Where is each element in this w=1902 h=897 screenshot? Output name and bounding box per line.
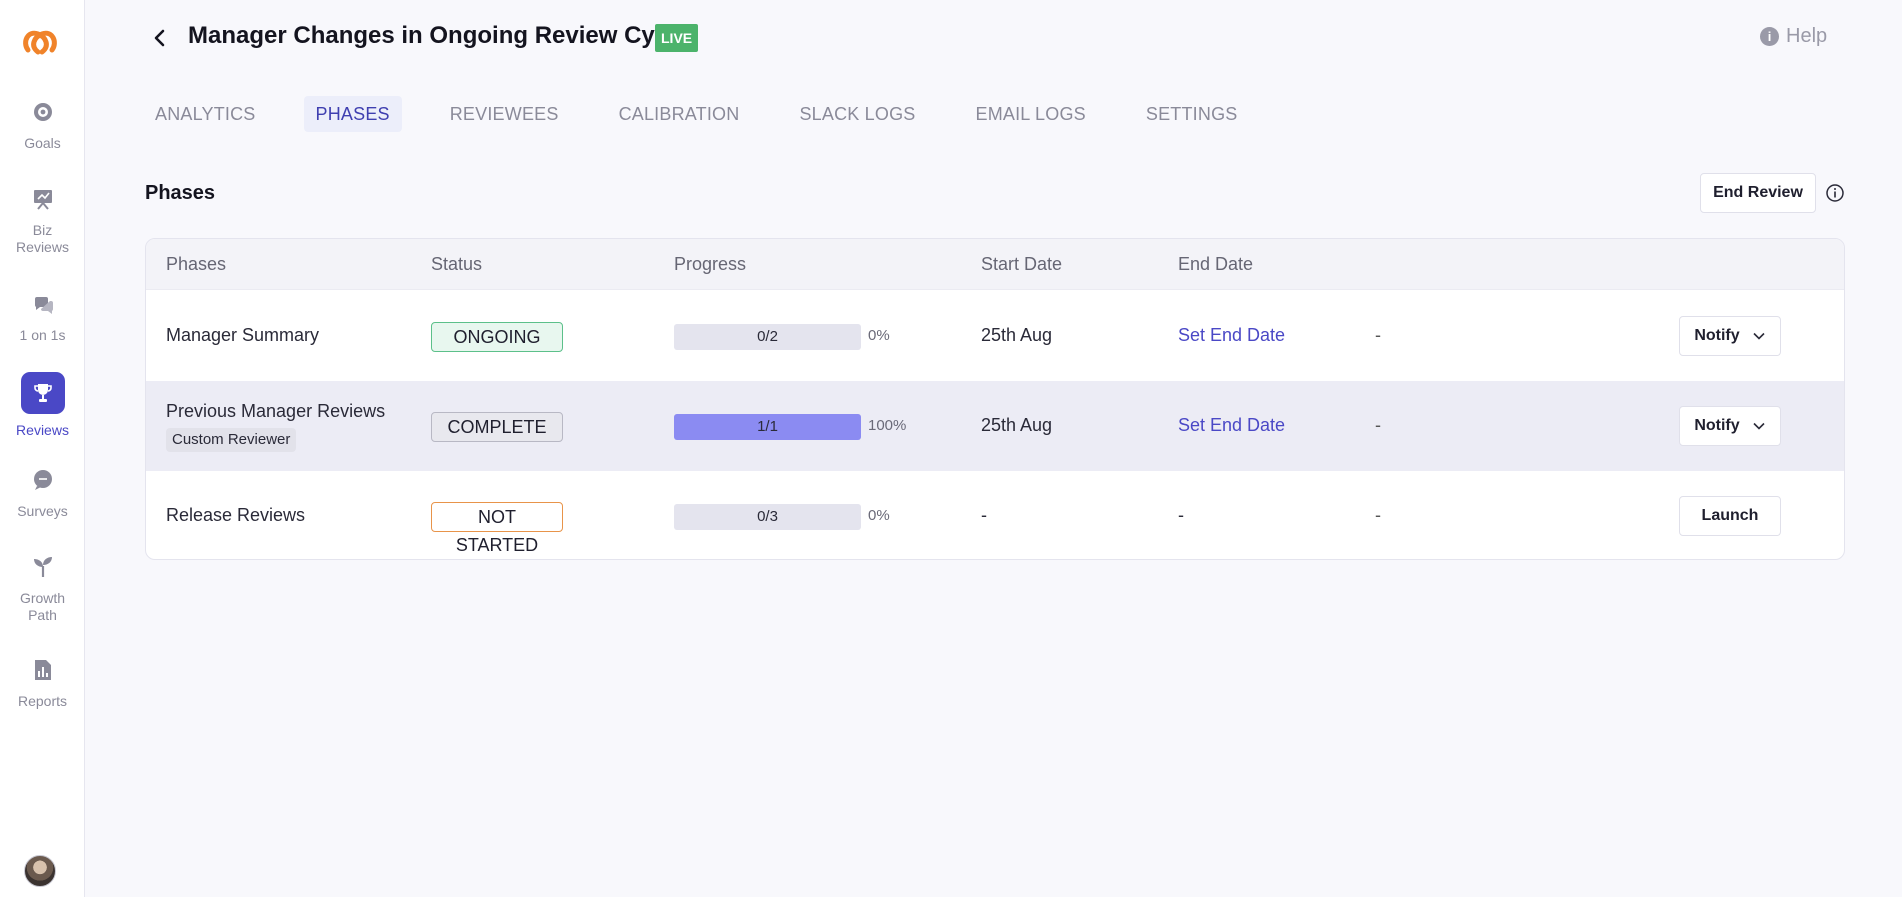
column-header-phases: Phases xyxy=(166,254,227,274)
progress-bar: 1/1 xyxy=(674,414,861,440)
tab-analytics[interactable]: ANALYTICS xyxy=(143,96,268,132)
back-button[interactable] xyxy=(148,26,172,50)
trophy-icon xyxy=(20,372,65,414)
sidebar-item-label: Reviews xyxy=(16,422,69,438)
tab-calibration[interactable]: CALIBRATION xyxy=(607,96,752,132)
phases-table: Phases Status Progress Start Date End Da… xyxy=(145,238,1845,560)
end-review-button[interactable]: End Review xyxy=(1700,173,1816,213)
tab-reviewees[interactable]: REVIEWEES xyxy=(438,96,571,132)
sidebar-item-reports[interactable]: Reports xyxy=(0,659,85,710)
sidebar-item-label: Growth Path xyxy=(19,590,66,623)
custom-reviewer-tag: Custom Reviewer xyxy=(166,428,297,452)
column-header-progress: Progress xyxy=(674,254,747,274)
launch-label: Launch xyxy=(1701,507,1759,524)
progress-percent: 100% xyxy=(868,417,907,434)
sidebar-item-1-on-1s[interactable]: 1 on 1s xyxy=(0,293,85,344)
phase-name: Manager Summary xyxy=(166,325,320,345)
user-avatar[interactable] xyxy=(24,855,56,887)
table-row: Manager Summary ONGOING 0/2 0% 25th Aug … xyxy=(146,291,1844,381)
phase-name: Release Reviews xyxy=(166,505,306,525)
tab-settings[interactable]: SETTINGS xyxy=(1134,96,1250,132)
survey-bubble-icon xyxy=(32,469,54,491)
help-label: Help xyxy=(1786,25,1828,47)
tab-email-logs[interactable]: EMAIL LOGS xyxy=(964,96,1098,132)
sidebar-item-reviews[interactable]: Reviews xyxy=(0,372,85,439)
page-title: Manager Changes in Ongoing Review Cycle xyxy=(188,22,689,49)
progress-bar: 0/3 xyxy=(674,504,861,530)
table-row: Release Reviews NOT STARTED 0/3 0% - - -… xyxy=(146,471,1844,559)
extra-value: - xyxy=(1375,415,1381,435)
notify-label: Notify xyxy=(1694,327,1740,344)
info-circle-icon: i xyxy=(1760,27,1779,46)
notify-label: Notify xyxy=(1694,417,1740,434)
extra-value: - xyxy=(1375,505,1381,525)
set-end-date-link[interactable]: Set End Date xyxy=(1178,325,1285,346)
chevron-down-icon xyxy=(1753,422,1765,430)
sidebar: Goals Biz Reviews 1 on 1s Reviews Survey… xyxy=(0,0,85,897)
tab-phases[interactable]: PHASES xyxy=(303,96,402,132)
notify-dropdown-button[interactable]: Notify xyxy=(1679,316,1781,356)
live-status-badge: LIVE xyxy=(655,24,699,52)
sidebar-item-label: Biz Reviews xyxy=(16,222,69,255)
set-end-date-link[interactable]: Set End Date xyxy=(1178,415,1285,436)
target-icon xyxy=(32,101,54,123)
start-date: 25th Aug xyxy=(981,325,1053,345)
sidebar-item-label: 1 on 1s xyxy=(19,327,66,343)
sidebar-item-label: Goals xyxy=(24,135,61,151)
tab-bar: ANALYTICS PHASES REVIEWEES CALIBRATION S… xyxy=(143,96,1285,132)
status-badge: COMPLETE xyxy=(431,412,563,442)
launch-button[interactable]: Launch xyxy=(1679,496,1781,536)
end-date: - xyxy=(1178,505,1184,525)
chat-bubbles-icon xyxy=(32,293,54,315)
progress-count: 0/2 xyxy=(757,328,778,345)
tab-slack-logs[interactable]: SLACK LOGS xyxy=(787,96,927,132)
progress-percent: 0% xyxy=(868,507,890,524)
status-badge: NOT STARTED xyxy=(431,502,563,555)
column-header-end-date: End Date xyxy=(1178,254,1254,274)
bar-chart-icon xyxy=(32,659,54,681)
info-icon[interactable] xyxy=(1825,183,1845,203)
sidebar-item-label: Surveys xyxy=(17,503,68,519)
progress-count: 1/1 xyxy=(757,418,778,435)
progress-count: 0/3 xyxy=(757,508,778,525)
brand-logo[interactable] xyxy=(20,24,60,60)
start-date: 25th Aug xyxy=(981,415,1053,435)
extra-value: - xyxy=(1375,325,1381,345)
column-header-start-date: Start Date xyxy=(981,254,1063,274)
sidebar-item-growth-path[interactable]: Growth Path xyxy=(0,556,85,624)
chevron-left-icon xyxy=(154,29,165,47)
column-header-status: Status xyxy=(431,254,483,274)
table-header: Phases Status Progress Start Date End Da… xyxy=(146,239,1844,290)
sidebar-item-label: Reports xyxy=(17,693,68,709)
sidebar-item-goals[interactable]: Goals xyxy=(0,101,85,152)
section-title: Phases xyxy=(145,182,216,204)
sidebar-item-biz-reviews[interactable]: Biz Reviews xyxy=(0,188,85,256)
phase-name: Previous Manager Reviews xyxy=(166,401,386,421)
status-badge: ONGOING xyxy=(431,322,563,352)
start-date: - xyxy=(981,505,987,525)
sidebar-item-surveys[interactable]: Surveys xyxy=(0,469,85,520)
sprout-icon xyxy=(32,556,54,578)
presentation-icon xyxy=(32,188,54,210)
notify-dropdown-button[interactable]: Notify xyxy=(1679,406,1781,446)
chevron-down-icon xyxy=(1753,332,1765,340)
progress-bar: 0/2 xyxy=(674,324,861,350)
progress-percent: 0% xyxy=(868,327,890,344)
table-row: Previous Manager Reviews Custom Reviewer… xyxy=(146,381,1844,471)
help-button[interactable]: i Help xyxy=(1760,25,1827,48)
